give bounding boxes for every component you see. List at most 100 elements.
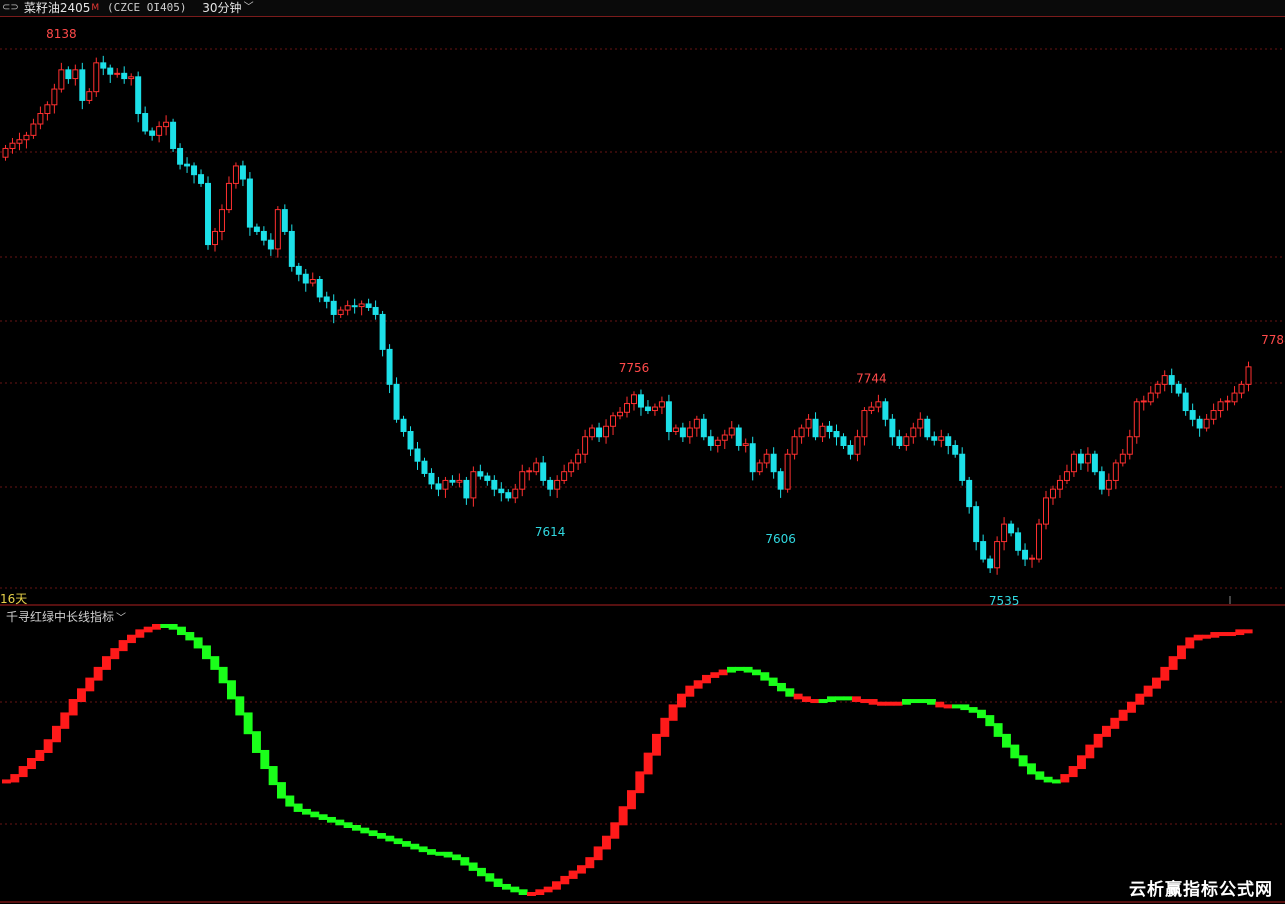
candle	[156, 121, 163, 143]
candle	[596, 422, 603, 442]
candle-body	[1203, 418, 1210, 429]
candle-body	[868, 406, 875, 412]
chart-canvas[interactable]: 8138 7756 7614 7606 7744 7535 7788	[0, 0, 1285, 904]
candle	[1036, 518, 1043, 563]
indicator-segment	[385, 835, 395, 842]
candle	[1029, 554, 1036, 568]
indicator-segment	[27, 758, 36, 770]
indicator-segment	[10, 774, 20, 783]
candle	[246, 172, 253, 236]
candle-body	[177, 147, 184, 165]
candle	[882, 398, 889, 427]
candle-body	[1049, 488, 1056, 499]
candle	[575, 448, 582, 470]
candle	[554, 475, 561, 498]
candle-body	[575, 453, 582, 464]
candle	[1008, 520, 1015, 537]
candle-body	[749, 443, 756, 473]
indicator-segment	[127, 634, 136, 644]
candle	[931, 431, 938, 446]
candle	[149, 127, 156, 141]
candle-body	[330, 300, 337, 315]
candle	[1133, 398, 1140, 444]
indicator-segment	[1102, 725, 1111, 737]
candle-body	[302, 273, 309, 284]
candle	[386, 344, 393, 394]
candle	[358, 300, 365, 316]
candle-body	[156, 126, 163, 136]
indicator-segment	[818, 699, 828, 704]
candle	[603, 419, 610, 444]
candle	[533, 457, 540, 476]
candle-body	[456, 479, 463, 483]
candle	[610, 412, 617, 436]
candle-body	[477, 471, 484, 477]
candle-body	[889, 418, 896, 438]
candle	[1112, 459, 1119, 490]
indicator-segment	[827, 696, 836, 703]
candle-body	[945, 436, 952, 446]
candle	[763, 448, 770, 469]
candle	[679, 422, 686, 442]
candle	[498, 482, 505, 502]
candle	[512, 483, 519, 504]
candle-body	[121, 72, 128, 80]
candle	[973, 501, 980, 551]
indicator-segment	[110, 648, 120, 660]
candle	[442, 476, 449, 498]
indicator-segment	[510, 886, 520, 893]
indicator-segment	[460, 857, 470, 866]
candle-body	[58, 69, 65, 90]
candle-body	[1112, 462, 1119, 481]
days-label: 16天	[0, 592, 28, 606]
candle	[337, 306, 344, 318]
candle-body	[253, 226, 260, 232]
candle-body	[700, 418, 707, 438]
candle-body	[693, 418, 700, 429]
indicator-segment	[777, 682, 786, 692]
indicator-segment	[610, 822, 620, 839]
candle-body	[952, 444, 959, 455]
candle-body	[23, 134, 30, 141]
indicator-segment	[843, 696, 853, 701]
candle	[966, 476, 973, 514]
candle-body	[1105, 479, 1112, 490]
candle-body	[931, 436, 938, 441]
indicator-title[interactable]: 千寻红绿中长线指标 ﹀	[6, 608, 126, 625]
candle-body	[568, 462, 575, 473]
indicator-segment	[1210, 632, 1220, 638]
candle-body	[589, 427, 596, 438]
candle-body	[1189, 410, 1196, 420]
indicator-segment	[1068, 766, 1078, 778]
candle	[519, 464, 526, 497]
candle-body	[910, 427, 917, 438]
candle-body	[170, 121, 177, 149]
candle	[1015, 527, 1022, 556]
indicator-segment	[1002, 733, 1011, 748]
candle	[938, 429, 945, 448]
candle	[79, 62, 86, 110]
candle	[561, 464, 568, 484]
indicator-segment	[652, 733, 661, 756]
candle-body	[246, 178, 253, 228]
indicator-segment	[268, 766, 278, 786]
candle-body	[1140, 400, 1147, 403]
candle	[170, 118, 177, 152]
candle	[798, 424, 805, 444]
candle	[1196, 415, 1203, 437]
chevron-down-icon: ﹀	[116, 613, 127, 624]
candle	[1001, 517, 1008, 551]
candle-body	[1245, 366, 1252, 385]
indicator-segment	[393, 838, 403, 845]
candle	[784, 448, 791, 493]
candle	[875, 394, 882, 413]
indicator-segment	[768, 677, 778, 686]
candle-body	[959, 453, 966, 481]
indicator-segment	[318, 814, 328, 820]
candle	[889, 414, 896, 446]
candle-body	[610, 415, 617, 427]
price-label: 8138	[46, 27, 77, 41]
indicator-segment	[202, 645, 211, 660]
indicator-segment	[593, 846, 603, 861]
candle-body	[267, 239, 274, 250]
